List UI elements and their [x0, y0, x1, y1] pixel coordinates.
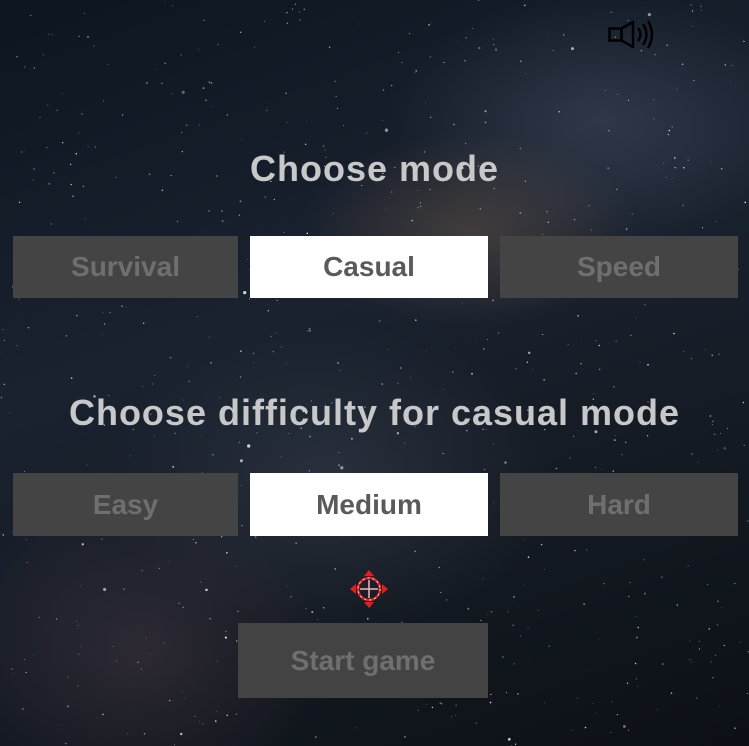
mode-speed-label: Speed	[576, 251, 662, 282]
mode-survival-label: Survival	[71, 251, 180, 282]
difficulty-medium-button[interactable]: Medium	[250, 473, 488, 536]
difficulty-easy-button[interactable]: Easy	[13, 473, 238, 536]
difficulty-hard-label: Hard	[587, 488, 651, 520]
speaker-on-icon[interactable]	[608, 20, 656, 50]
choose-difficulty-heading: Choose difficulty for casual mode	[68, 392, 681, 433]
start-game-label: Start game	[290, 644, 436, 676]
mode-casual-label: Casual	[323, 251, 415, 282]
start-game-button[interactable]: Start game	[238, 623, 488, 698]
mode-speed-button[interactable]: Speed	[500, 236, 738, 298]
crosshair-cursor-icon	[348, 568, 390, 610]
mode-survival-button[interactable]: Survival	[13, 236, 238, 298]
difficulty-hard-button[interactable]: Hard	[500, 473, 738, 536]
mode-casual-button[interactable]: Casual	[250, 236, 488, 298]
difficulty-medium-label: Medium	[316, 488, 422, 520]
difficulty-easy-label: Easy	[92, 488, 159, 520]
choose-mode-heading: Choose mode	[249, 148, 500, 189]
